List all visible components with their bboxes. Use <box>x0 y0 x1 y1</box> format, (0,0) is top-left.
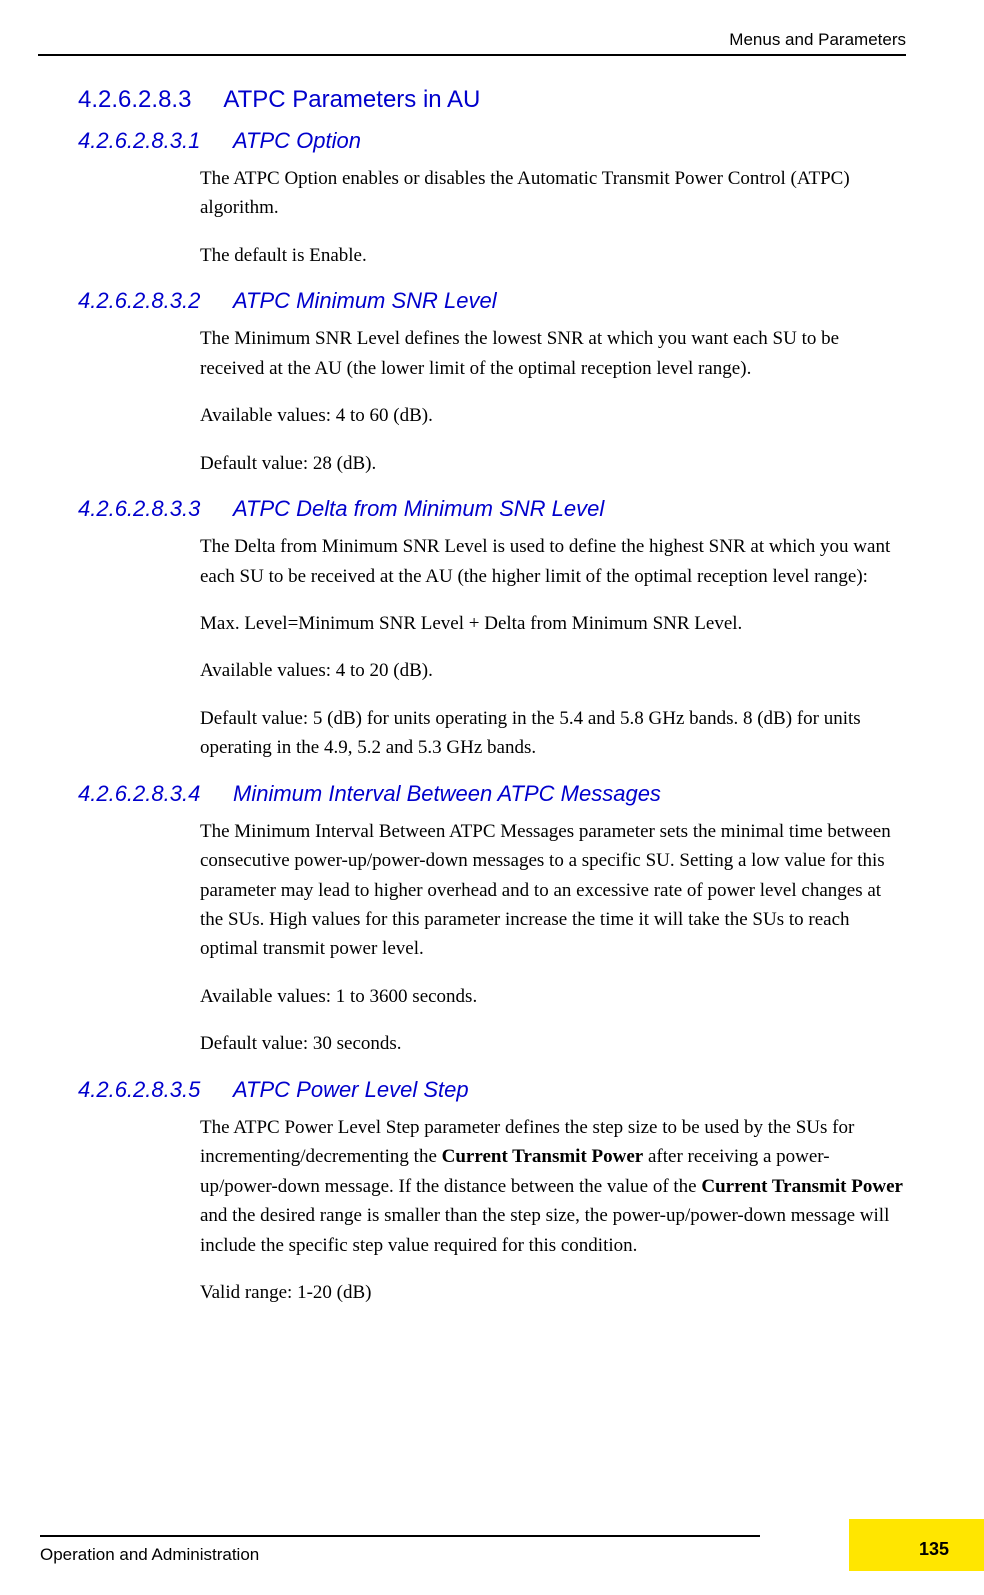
page-number: 135 <box>919 1539 949 1559</box>
section-title: ATPC Delta from Minimum SNR Level <box>233 496 604 521</box>
section-number: 4.2.6.2.8.3.4 <box>78 781 233 807</box>
section-number: 4.2.6.2.8.3.1 <box>78 128 233 154</box>
section-number: 4.2.6.2.8.3 <box>78 86 218 114</box>
text-run: and the desired range is smaller than th… <box>200 1205 889 1255</box>
header-section-title: Menus and Parameters <box>78 30 906 54</box>
document-page: Menus and Parameters 4.2.6.2.8.3 ATPC Pa… <box>0 0 984 1595</box>
section-title: ATPC Minimum SNR Level <box>233 288 497 313</box>
section-title: ATPC Power Level Step <box>233 1077 469 1102</box>
paragraph: Valid range: 1-20 (dB) <box>200 1278 906 1307</box>
section-number: 4.2.6.2.8.3.2 <box>78 288 233 314</box>
paragraph: The Minimum Interval Between ATPC Messag… <box>200 817 906 964</box>
section-body: The Minimum SNR Level defines the lowest… <box>200 324 906 478</box>
heading-level-4: 4.2.6.2.8.3.1ATPC Option <box>78 128 906 154</box>
bold-term: Current Transmit Power <box>701 1176 903 1197</box>
paragraph: Available values: 4 to 60 (dB). <box>200 401 906 430</box>
footer-rule <box>40 1535 760 1537</box>
page-number-badge: 135 <box>849 1519 984 1571</box>
paragraph: Default value: 5 (dB) for units operatin… <box>200 704 906 763</box>
header-rule <box>38 54 906 56</box>
paragraph: Default value: 28 (dB). <box>200 449 906 478</box>
section-body: The ATPC Power Level Step parameter defi… <box>200 1113 906 1308</box>
paragraph: The default is Enable. <box>200 241 906 270</box>
heading-level-3: 4.2.6.2.8.3 ATPC Parameters in AU <box>78 86 906 114</box>
paragraph: The Delta from Minimum SNR Level is used… <box>200 532 906 591</box>
heading-level-4: 4.2.6.2.8.3.4Minimum Interval Between AT… <box>78 781 906 807</box>
heading-level-4: 4.2.6.2.8.3.5ATPC Power Level Step <box>78 1077 906 1103</box>
page-footer: Operation and Administration 135 <box>40 1535 906 1565</box>
section-body: The Minimum Interval Between ATPC Messag… <box>200 817 906 1059</box>
paragraph: Default value: 30 seconds. <box>200 1029 906 1058</box>
section-number: 4.2.6.2.8.3.3 <box>78 496 233 522</box>
heading-level-4: 4.2.6.2.8.3.3ATPC Delta from Minimum SNR… <box>78 496 906 522</box>
paragraph: Available values: 1 to 3600 seconds. <box>200 982 906 1011</box>
bold-term: Current Transmit Power <box>442 1146 644 1167</box>
paragraph: Available values: 4 to 20 (dB). <box>200 656 906 685</box>
footer-doc-title: Operation and Administration <box>40 1545 906 1565</box>
section-title: ATPC Parameters in AU <box>223 86 480 113</box>
paragraph: The Minimum SNR Level defines the lowest… <box>200 324 906 383</box>
section-body: The Delta from Minimum SNR Level is used… <box>200 532 906 763</box>
section-number: 4.2.6.2.8.3.5 <box>78 1077 233 1103</box>
paragraph: Max. Level=Minimum SNR Level + Delta fro… <box>200 609 906 638</box>
section-body: The ATPC Option enables or disables the … <box>200 164 906 270</box>
paragraph: The ATPC Power Level Step parameter defi… <box>200 1113 906 1260</box>
heading-level-4: 4.2.6.2.8.3.2ATPC Minimum SNR Level <box>78 288 906 314</box>
paragraph: The ATPC Option enables or disables the … <box>200 164 906 223</box>
section-title: Minimum Interval Between ATPC Messages <box>233 781 661 806</box>
section-title: ATPC Option <box>233 128 361 153</box>
